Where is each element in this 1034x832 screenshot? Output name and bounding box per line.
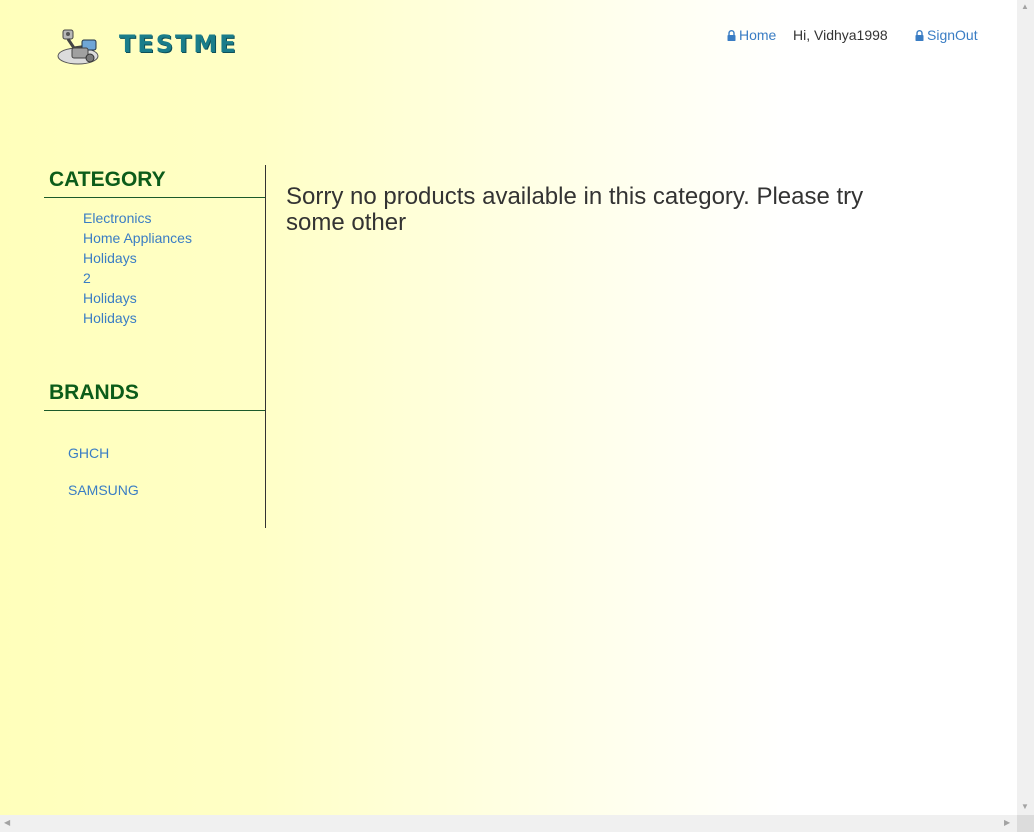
category-item: Home Appliances	[83, 228, 265, 248]
category-link-holidays[interactable]: Holidays	[83, 310, 137, 326]
logo-text: TESTME	[119, 30, 238, 58]
nav-home[interactable]: Home	[727, 27, 776, 43]
signout-link-label: SignOut	[927, 27, 978, 43]
no-products-message: Sorry no products available in this cate…	[286, 183, 864, 236]
brand-list: GHCH SAMSUNG	[44, 443, 265, 500]
home-link[interactable]: Home	[727, 27, 776, 43]
nav-signout[interactable]: SignOut	[915, 27, 978, 43]
category-item: Holidays	[83, 288, 265, 308]
horizontal-scrollbar[interactable]: ◀ ▶	[0, 815, 1017, 832]
category-link-2[interactable]: 2	[83, 270, 91, 286]
category-heading: CATEGORY	[44, 165, 265, 198]
brands-heading: BRANDS	[44, 378, 265, 411]
logo-robot-icon	[57, 29, 99, 65]
sidebar: CATEGORY Electronics Home Appliances Hol…	[44, 165, 266, 528]
brand-item: GHCH	[68, 443, 265, 463]
scroll-right-icon[interactable]: ▶	[1004, 818, 1010, 828]
lock-icon	[915, 30, 924, 41]
brand-link-ghch[interactable]: GHCH	[68, 445, 109, 461]
brand-link-samsung[interactable]: SAMSUNG	[68, 482, 139, 498]
page-viewport: TESTME Home Hi, Vidhya1998 SignOut CATEG…	[0, 0, 1017, 815]
brand-item: SAMSUNG	[68, 480, 265, 500]
category-item: 2	[83, 268, 265, 288]
scroll-up-icon[interactable]: ▲	[1021, 2, 1029, 12]
user-greeting: Hi, Vidhya1998	[793, 27, 888, 43]
category-item: Holidays	[83, 248, 265, 268]
category-link-home-appliances[interactable]: Home Appliances	[83, 230, 192, 246]
category-item: Electronics	[83, 208, 265, 228]
category-link-holidays[interactable]: Holidays	[83, 250, 137, 266]
category-list: Electronics Home Appliances Holidays 2 H…	[44, 208, 265, 328]
scroll-left-icon[interactable]: ◀	[4, 818, 10, 828]
lock-icon	[727, 30, 736, 41]
scroll-down-icon[interactable]: ▼	[1021, 802, 1029, 812]
vertical-scrollbar[interactable]: ▲ ▼	[1017, 0, 1034, 815]
category-item: Holidays	[83, 308, 265, 328]
home-link-label: Home	[739, 27, 777, 43]
category-link-holidays[interactable]: Holidays	[83, 290, 137, 306]
signout-link[interactable]: SignOut	[915, 27, 978, 43]
scrollbar-corner	[1017, 815, 1034, 832]
category-link-electronics[interactable]: Electronics	[83, 210, 151, 226]
